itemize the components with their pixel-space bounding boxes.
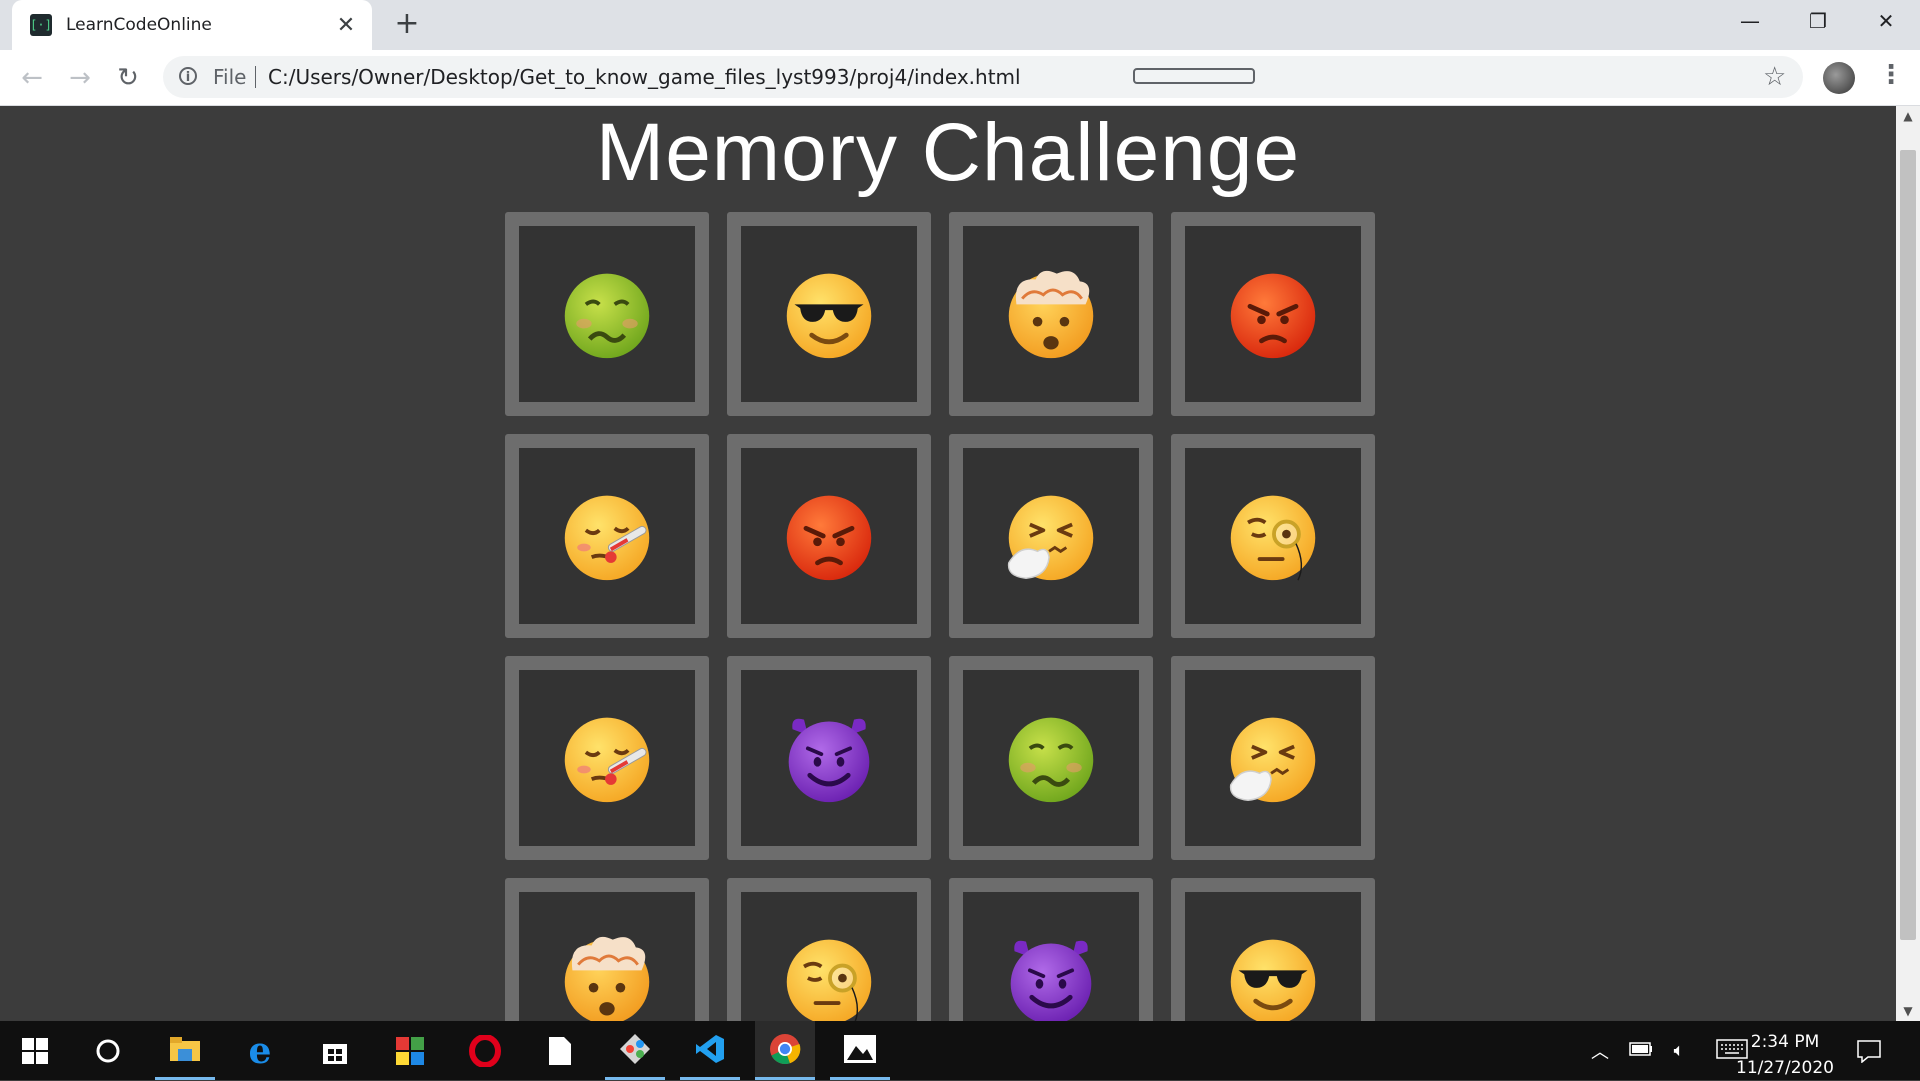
memory-card[interactable] bbox=[505, 212, 709, 416]
tab-learncodeonline[interactable]: [·] LearnCodeOnline ✕ bbox=[12, 0, 372, 50]
memory-card[interactable] bbox=[949, 656, 1153, 860]
notepad-file-icon[interactable] bbox=[530, 1021, 590, 1080]
scrollbar-thumb[interactable] bbox=[1900, 150, 1916, 940]
memory-card[interactable] bbox=[727, 434, 931, 638]
card-grid bbox=[505, 212, 1375, 1021]
nauseated-face-icon bbox=[1008, 717, 1094, 803]
battery-icon[interactable] bbox=[1621, 1041, 1661, 1060]
file-scheme-label: File bbox=[213, 65, 247, 89]
memory-card[interactable] bbox=[727, 212, 931, 416]
tab-title: LearnCodeOnline bbox=[66, 15, 212, 35]
sneezing-face-icon bbox=[1229, 717, 1316, 803]
memory-card[interactable] bbox=[1171, 212, 1375, 416]
new-tab-button[interactable]: + bbox=[392, 9, 422, 40]
file-explorer-icon[interactable] bbox=[155, 1021, 215, 1080]
git-tool-icon[interactable] bbox=[605, 1021, 665, 1080]
microsoft-store-icon[interactable] bbox=[305, 1021, 365, 1080]
angry-face-icon bbox=[786, 495, 872, 581]
vertical-scrollbar[interactable]: ▲ ▼ bbox=[1896, 106, 1920, 1021]
page-title: Memory Challenge bbox=[595, 107, 1301, 198]
url-text[interactable]: C:/Users/Owner/Desktop/Get_to_know_game_… bbox=[268, 65, 1021, 89]
memory-card[interactable] bbox=[1171, 434, 1375, 638]
bookmark-star-icon[interactable]: ☆ bbox=[1763, 62, 1786, 92]
memory-card[interactable] bbox=[949, 212, 1153, 416]
chrome-icon[interactable] bbox=[755, 1021, 815, 1080]
exploding-head-icon bbox=[1008, 270, 1094, 359]
profile-avatar[interactable] bbox=[1823, 62, 1855, 94]
favicon-icon: [·] bbox=[30, 14, 52, 36]
exploding-head-icon bbox=[564, 936, 650, 1021]
memory-card[interactable] bbox=[949, 434, 1153, 638]
window-close-button[interactable]: ✕ bbox=[1852, 0, 1920, 42]
action-center-icon[interactable] bbox=[1856, 1021, 1882, 1080]
memory-card[interactable] bbox=[1171, 878, 1375, 1021]
menu-kebab-icon[interactable]: ⋮ bbox=[1878, 60, 1904, 90]
windows-start-icon[interactable] bbox=[5, 1021, 65, 1080]
info-icon[interactable]: i bbox=[179, 67, 197, 85]
back-arrow-icon[interactable]: ← bbox=[14, 60, 50, 96]
browser-toolbar: ← → ↻ i File C:/Users/Owner/Desktop/Get_… bbox=[0, 50, 1920, 106]
sunglasses-face-icon bbox=[786, 273, 872, 359]
memory-card[interactable] bbox=[949, 878, 1153, 1021]
scroll-up-arrow-icon[interactable]: ▲ bbox=[1896, 106, 1920, 126]
memory-card[interactable] bbox=[727, 878, 931, 1021]
page-viewport: Memory Challenge bbox=[0, 106, 1896, 1021]
memory-card[interactable] bbox=[505, 656, 709, 860]
face-with-thermometer-icon bbox=[564, 495, 650, 581]
vscode-icon[interactable] bbox=[680, 1021, 740, 1080]
volume-icon[interactable]: 🔈︎ bbox=[1661, 1040, 1697, 1061]
minimize-button[interactable]: — bbox=[1716, 0, 1784, 42]
face-with-monocle-icon bbox=[786, 939, 872, 1021]
colorful-app-icon[interactable] bbox=[380, 1021, 440, 1080]
memory-card[interactable] bbox=[505, 434, 709, 638]
face-with-thermometer-icon bbox=[564, 717, 650, 803]
cortana-search-icon[interactable] bbox=[78, 1021, 138, 1080]
opera-icon[interactable] bbox=[455, 1021, 515, 1080]
photos-icon[interactable] bbox=[830, 1021, 890, 1080]
face-with-monocle-icon bbox=[1230, 495, 1316, 581]
address-bar[interactable]: i File C:/Users/Owner/Desktop/Get_to_kno… bbox=[163, 56, 1803, 98]
forward-arrow-icon[interactable]: → bbox=[62, 60, 98, 96]
close-tab-icon[interactable]: ✕ bbox=[332, 11, 360, 39]
sneezing-face-icon bbox=[1007, 495, 1094, 581]
memory-card[interactable] bbox=[727, 656, 931, 860]
taskbar-clock[interactable]: 2:34 PM 11/27/2020 bbox=[1730, 1029, 1840, 1081]
clock-date: 11/27/2020 bbox=[1736, 1058, 1834, 1078]
find-bar-indicator bbox=[1133, 68, 1255, 84]
nauseated-face-icon bbox=[564, 273, 650, 359]
smiling-devil-icon bbox=[1010, 940, 1092, 1021]
memory-card[interactable] bbox=[1171, 656, 1375, 860]
address-divider bbox=[255, 66, 256, 88]
windows-taskbar: e ︿ 🔈︎ 2:34 PM 11/27/2020 bbox=[0, 1021, 1920, 1080]
clock-time: 2:34 PM bbox=[1750, 1032, 1820, 1052]
show-hidden-icons-chevron-icon[interactable]: ︿ bbox=[1585, 1038, 1615, 1064]
angry-face-icon bbox=[1230, 273, 1316, 359]
smiling-devil-icon bbox=[788, 718, 870, 803]
memory-card[interactable] bbox=[505, 878, 709, 1021]
restore-button[interactable]: ❐ bbox=[1784, 0, 1852, 42]
edge-icon[interactable]: e bbox=[230, 1021, 290, 1080]
scroll-down-arrow-icon[interactable]: ▼ bbox=[1896, 1001, 1920, 1021]
sunglasses-face-icon bbox=[1230, 939, 1316, 1021]
tab-strip: [·] LearnCodeOnline ✕ + — ❐ ✕ bbox=[0, 0, 1920, 50]
reload-icon[interactable]: ↻ bbox=[110, 60, 146, 96]
